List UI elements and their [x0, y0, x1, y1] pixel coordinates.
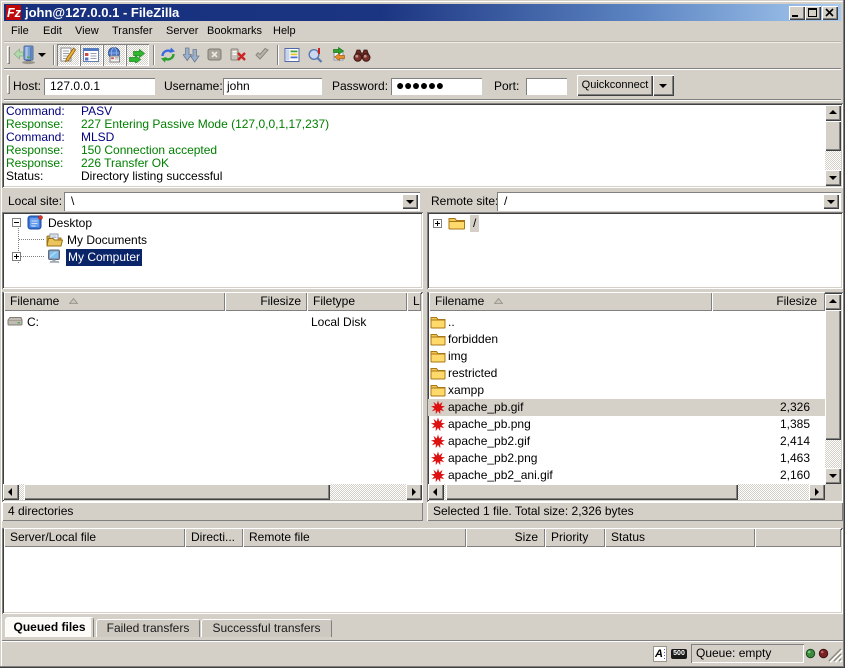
svg-text:Fz: Fz: [7, 6, 21, 20]
